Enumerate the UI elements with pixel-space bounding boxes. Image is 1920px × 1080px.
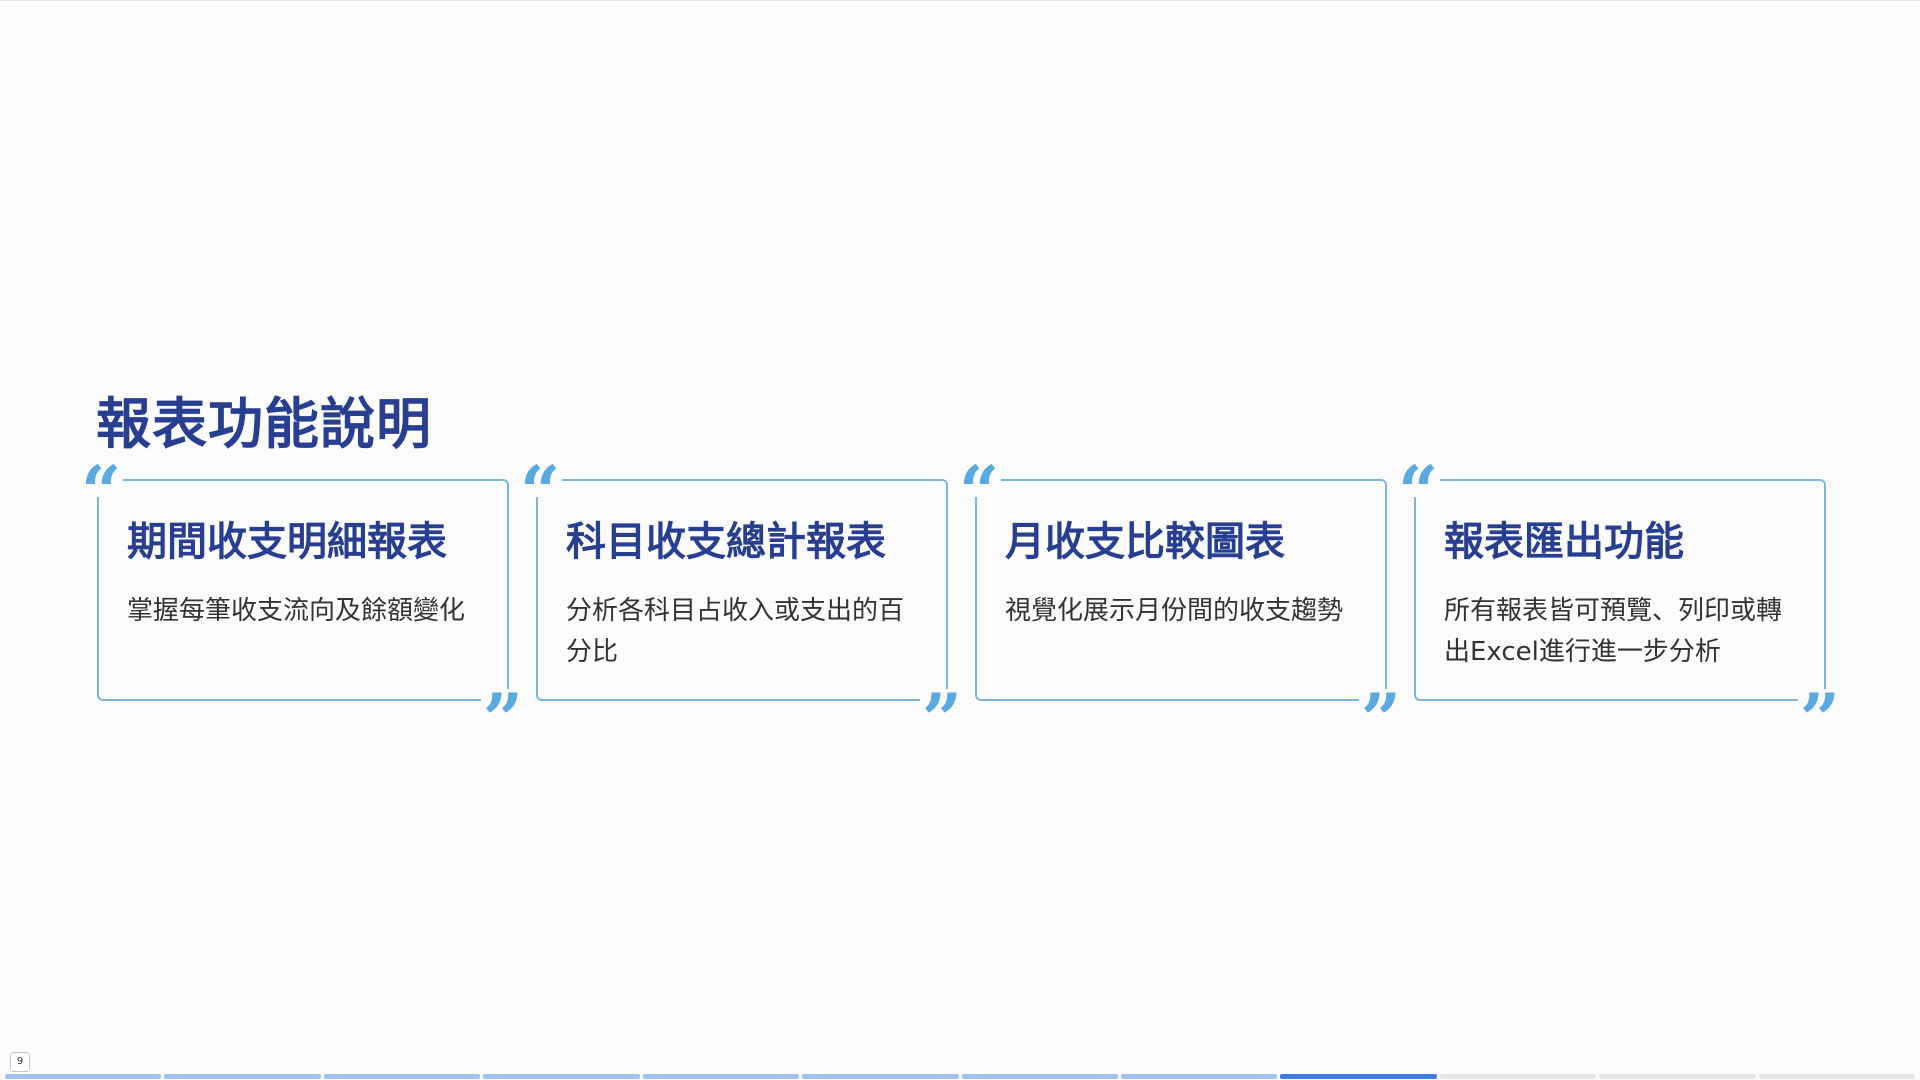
progress-segment-12[interactable] <box>1758 1074 1916 1079</box>
close-quote-glyph: ” <box>483 689 523 729</box>
card-title: 月收支比較圖表 <box>1005 519 1285 565</box>
card-description: 所有報表皆可預覽、列印或轉出Excel進行進一步分析 <box>1444 596 1783 667</box>
card-description: 掌握每筆收支流向及餘額變化 <box>127 596 466 626</box>
close-quote-glyph: ” <box>1361 689 1401 729</box>
progress-segment-2[interactable] <box>164 1074 321 1079</box>
close-quote-icon: ” <box>1358 689 1403 729</box>
card-description: 分析各科目占收入或支出的百分比 <box>566 596 905 667</box>
feature-card-period-report: “ 期間收支明細報表 掌握每筆收支流向及餘額變化 ” <box>79 457 525 729</box>
card-title: 科目收支總計報表 <box>566 519 886 565</box>
progress-segment-5[interactable] <box>642 1074 800 1079</box>
page-number-badge: 9 <box>10 1052 30 1072</box>
card-title: 報表匯出功能 <box>1444 519 1684 565</box>
open-quote-icon: “ <box>1396 457 1441 497</box>
progress-segment-6[interactable] <box>802 1074 959 1079</box>
card-description: 視覺化展示月份間的收支趨勢 <box>1005 596 1344 626</box>
close-quote-glyph: ” <box>922 689 962 729</box>
close-quote-icon: ” <box>1797 689 1842 729</box>
open-quote-icon: “ <box>957 457 1002 497</box>
slide-progress-bar[interactable] <box>5 1074 1916 1079</box>
feature-card-export: “ 報表匯出功能 所有報表皆可預覽、列印或轉出Excel進行進一步分析 ” <box>1396 457 1842 729</box>
progress-segment-10[interactable] <box>1439 1074 1597 1079</box>
feature-card-account-report: “ 科目收支總計報表 分析各科目占收入或支出的百分比 ” <box>518 457 964 729</box>
close-quote-icon: ” <box>480 689 525 729</box>
close-quote-icon: ” <box>919 689 964 729</box>
progress-segment-7[interactable] <box>961 1074 1118 1079</box>
slide: 報表功能說明 “ 期間收支明細報表 掌握每筆收支流向及餘額變化 ” “ 科目收支… <box>0 0 1920 1080</box>
open-quote-icon: “ <box>518 457 563 497</box>
progress-segment-11[interactable] <box>1599 1074 1756 1079</box>
feature-card-monthly-chart: “ 月收支比較圖表 視覺化展示月份間的收支趨勢 ” <box>957 457 1403 729</box>
progress-segment-8[interactable] <box>1120 1074 1278 1079</box>
progress-segment-3[interactable] <box>323 1074 481 1079</box>
close-quote-glyph: ” <box>1800 689 1840 729</box>
progress-segment-9[interactable] <box>1280 1074 1437 1079</box>
progress-segment-1[interactable] <box>5 1074 162 1079</box>
slide-title: 報表功能說明 <box>96 392 433 456</box>
progress-segment-4[interactable] <box>483 1074 640 1079</box>
open-quote-icon: “ <box>79 457 124 497</box>
card-title: 期間收支明細報表 <box>127 519 447 565</box>
